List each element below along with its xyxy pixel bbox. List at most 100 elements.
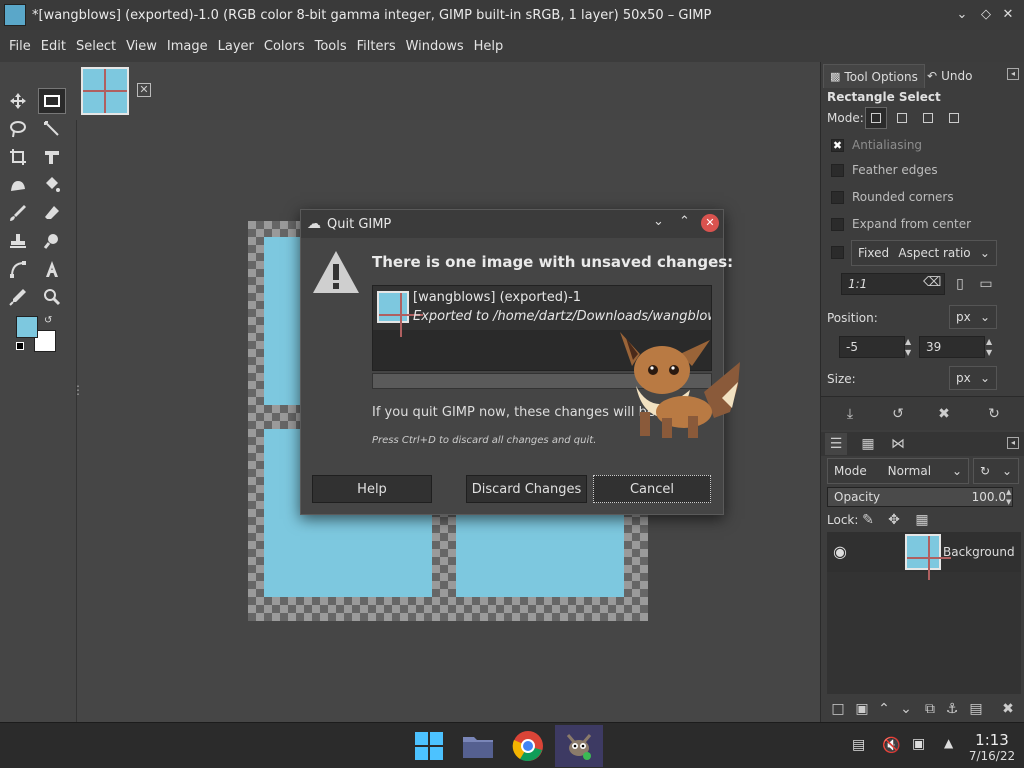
file-manager-icon[interactable] [456, 725, 500, 767]
menu-help[interactable]: Help [469, 39, 509, 54]
clock[interactable]: 1:13 7/16/22 [966, 731, 1018, 763]
position-y-spinner[interactable]: ▲ ▼ [986, 336, 992, 358]
layer-mode-dropdown[interactable]: Mode Normal ⌄ [827, 458, 969, 484]
dialog-maximize-button[interactable]: ⌃ [679, 214, 690, 229]
mode-subtract-icon[interactable] [917, 107, 939, 129]
maximize-button[interactable]: ◇ [976, 5, 996, 25]
rounded-corners-option[interactable]: Rounded corners [831, 190, 954, 204]
menu-select[interactable]: Select [71, 39, 121, 54]
duplicate-layer-icon[interactable]: ⧉ [919, 698, 941, 720]
start-menu-icon[interactable] [407, 725, 451, 767]
rectangle-select-tool-icon[interactable] [38, 88, 66, 114]
feather-edges-checkbox[interactable] [831, 163, 844, 177]
lock-position-icon[interactable]: ✥ [883, 509, 905, 531]
position-y-input[interactable]: 39 [919, 336, 985, 358]
delete-layer-icon[interactable]: ✖ [997, 698, 1019, 720]
menu-layer[interactable]: Layer [213, 39, 259, 54]
volume-muted-icon[interactable]: 🔇 [882, 736, 901, 754]
clipboard-icon[interactable]: ▤ [852, 737, 865, 753]
lasso-tool-icon[interactable] [4, 116, 32, 142]
rounded-corners-checkbox[interactable] [831, 190, 844, 204]
left-dock-handle[interactable]: ⋮ [72, 383, 84, 397]
feather-edges-option[interactable]: Feather edges [831, 163, 938, 177]
show-hidden-icons-icon[interactable]: ▲ [944, 736, 953, 750]
paths-tab-icon[interactable]: ⋈ [887, 433, 909, 455]
paintbrush-tool-icon[interactable] [4, 200, 32, 226]
network-icon[interactable]: ▣ [912, 736, 925, 752]
default-colors-icon[interactable] [16, 342, 24, 350]
clear-input-icon[interactable]: ⌫ [923, 275, 941, 290]
layer-row[interactable]: ◉ Background [827, 532, 1021, 580]
mode-add-icon[interactable] [891, 107, 913, 129]
landscape-icon[interactable]: ▭ [975, 273, 997, 295]
dialog-close-button[interactable]: ✕ [701, 214, 719, 232]
delete-options-icon[interactable]: ✖ [933, 403, 955, 425]
save-options-icon[interactable]: ⤓ [839, 403, 861, 425]
fixed-mode-dropdown[interactable]: Fixed Aspect ratio ⌄ [851, 240, 997, 266]
new-layer-group-icon[interactable]: □ [827, 698, 849, 720]
minimize-button[interactable]: ⌄ [952, 5, 972, 25]
tab-undo[interactable]: ↶ Undo [921, 64, 978, 88]
gimp-taskbar-icon[interactable] [555, 725, 603, 767]
composite-mode-dropdown[interactable]: ↻ ⌄ [973, 458, 1019, 484]
opacity-spinner[interactable]: ▲ ▼ [1006, 487, 1011, 507]
close-image-tab-icon[interactable]: ✕ [137, 83, 151, 97]
clone-tool-icon[interactable] [4, 228, 32, 254]
fuzzy-select-tool-icon[interactable] [38, 116, 66, 142]
dialog-minimize-button[interactable]: ⌄ [653, 214, 664, 229]
fixed-checkbox[interactable] [831, 246, 844, 259]
image-tab-thumbnail[interactable] [81, 67, 129, 115]
reset-options-icon[interactable]: ↻ [983, 403, 1005, 425]
eye-visibility-icon[interactable]: ◉ [833, 542, 847, 561]
text-tool-icon[interactable] [38, 256, 66, 282]
size-unit-dropdown[interactable]: px ⌄ [949, 366, 997, 390]
transform-tool-icon[interactable] [38, 144, 66, 170]
expand-from-center-option[interactable]: Expand from center [831, 217, 971, 231]
configure-tab-icon[interactable]: ◂ [1007, 68, 1019, 80]
layer-mask-icon[interactable]: ▤ [965, 698, 987, 720]
configure-tab-icon[interactable]: ◂ [1007, 437, 1019, 449]
swap-colors-icon[interactable]: ↺ [44, 315, 52, 326]
layers-tab-icon[interactable]: ☰ [825, 433, 847, 455]
opacity-slider[interactable]: Opacity 100.0 [827, 487, 1013, 507]
paths-tool-icon[interactable] [4, 256, 32, 282]
color-picker-tool-icon[interactable] [4, 284, 32, 310]
menu-image[interactable]: Image [162, 39, 213, 54]
portrait-icon[interactable]: ▯ [949, 273, 971, 295]
lock-alpha-icon[interactable]: ▦ [911, 509, 933, 531]
menu-tools[interactable]: Tools [310, 39, 352, 54]
crop-tool-icon[interactable] [4, 144, 32, 170]
chrome-browser-icon[interactable] [506, 725, 550, 767]
eraser-tool-icon[interactable] [38, 200, 66, 226]
menu-file[interactable]: File [4, 39, 36, 54]
warp-tool-icon[interactable] [4, 172, 32, 198]
fixed-option[interactable] [831, 246, 844, 259]
unsaved-image-row[interactable]: [wangblows] (exported)-1 Exported to /ho… [373, 286, 711, 337]
cancel-button[interactable]: Cancel [593, 475, 711, 503]
antialiasing-checkbox[interactable]: ✖ [831, 138, 844, 152]
position-x-input[interactable]: -5 [839, 336, 905, 358]
close-button[interactable]: ✕ [998, 5, 1018, 25]
lower-layer-icon[interactable]: ⌄ [895, 698, 917, 720]
tab-tool-options[interactable]: ▩ Tool Options [823, 64, 925, 88]
position-unit-dropdown[interactable]: px ⌄ [949, 305, 997, 329]
expand-from-center-checkbox[interactable] [831, 217, 844, 231]
restore-options-icon[interactable]: ↺ [887, 403, 909, 425]
menu-view[interactable]: View [121, 39, 162, 54]
menu-filters[interactable]: Filters [352, 39, 401, 54]
zoom-tool-icon[interactable] [38, 284, 66, 310]
anchor-layer-icon[interactable]: ⚓ [941, 698, 963, 720]
raise-layer-icon[interactable]: ⌃ [873, 698, 895, 720]
foreground-color-swatch[interactable] [16, 316, 38, 338]
mode-intersect-icon[interactable] [943, 107, 965, 129]
help-button[interactable]: Help [312, 475, 432, 503]
antialiasing-option[interactable]: ✖ Antialiasing [831, 138, 922, 152]
discard-changes-button[interactable]: Discard Changes [466, 475, 587, 503]
position-x-spinner[interactable]: ▲ ▼ [905, 336, 911, 358]
menu-edit[interactable]: Edit [36, 39, 71, 54]
smudge-tool-icon[interactable] [38, 228, 66, 254]
menu-colors[interactable]: Colors [259, 39, 310, 54]
menu-windows[interactable]: Windows [401, 39, 469, 54]
bucket-fill-tool-icon[interactable] [38, 172, 66, 198]
channels-tab-icon[interactable]: ▦ [857, 433, 879, 455]
